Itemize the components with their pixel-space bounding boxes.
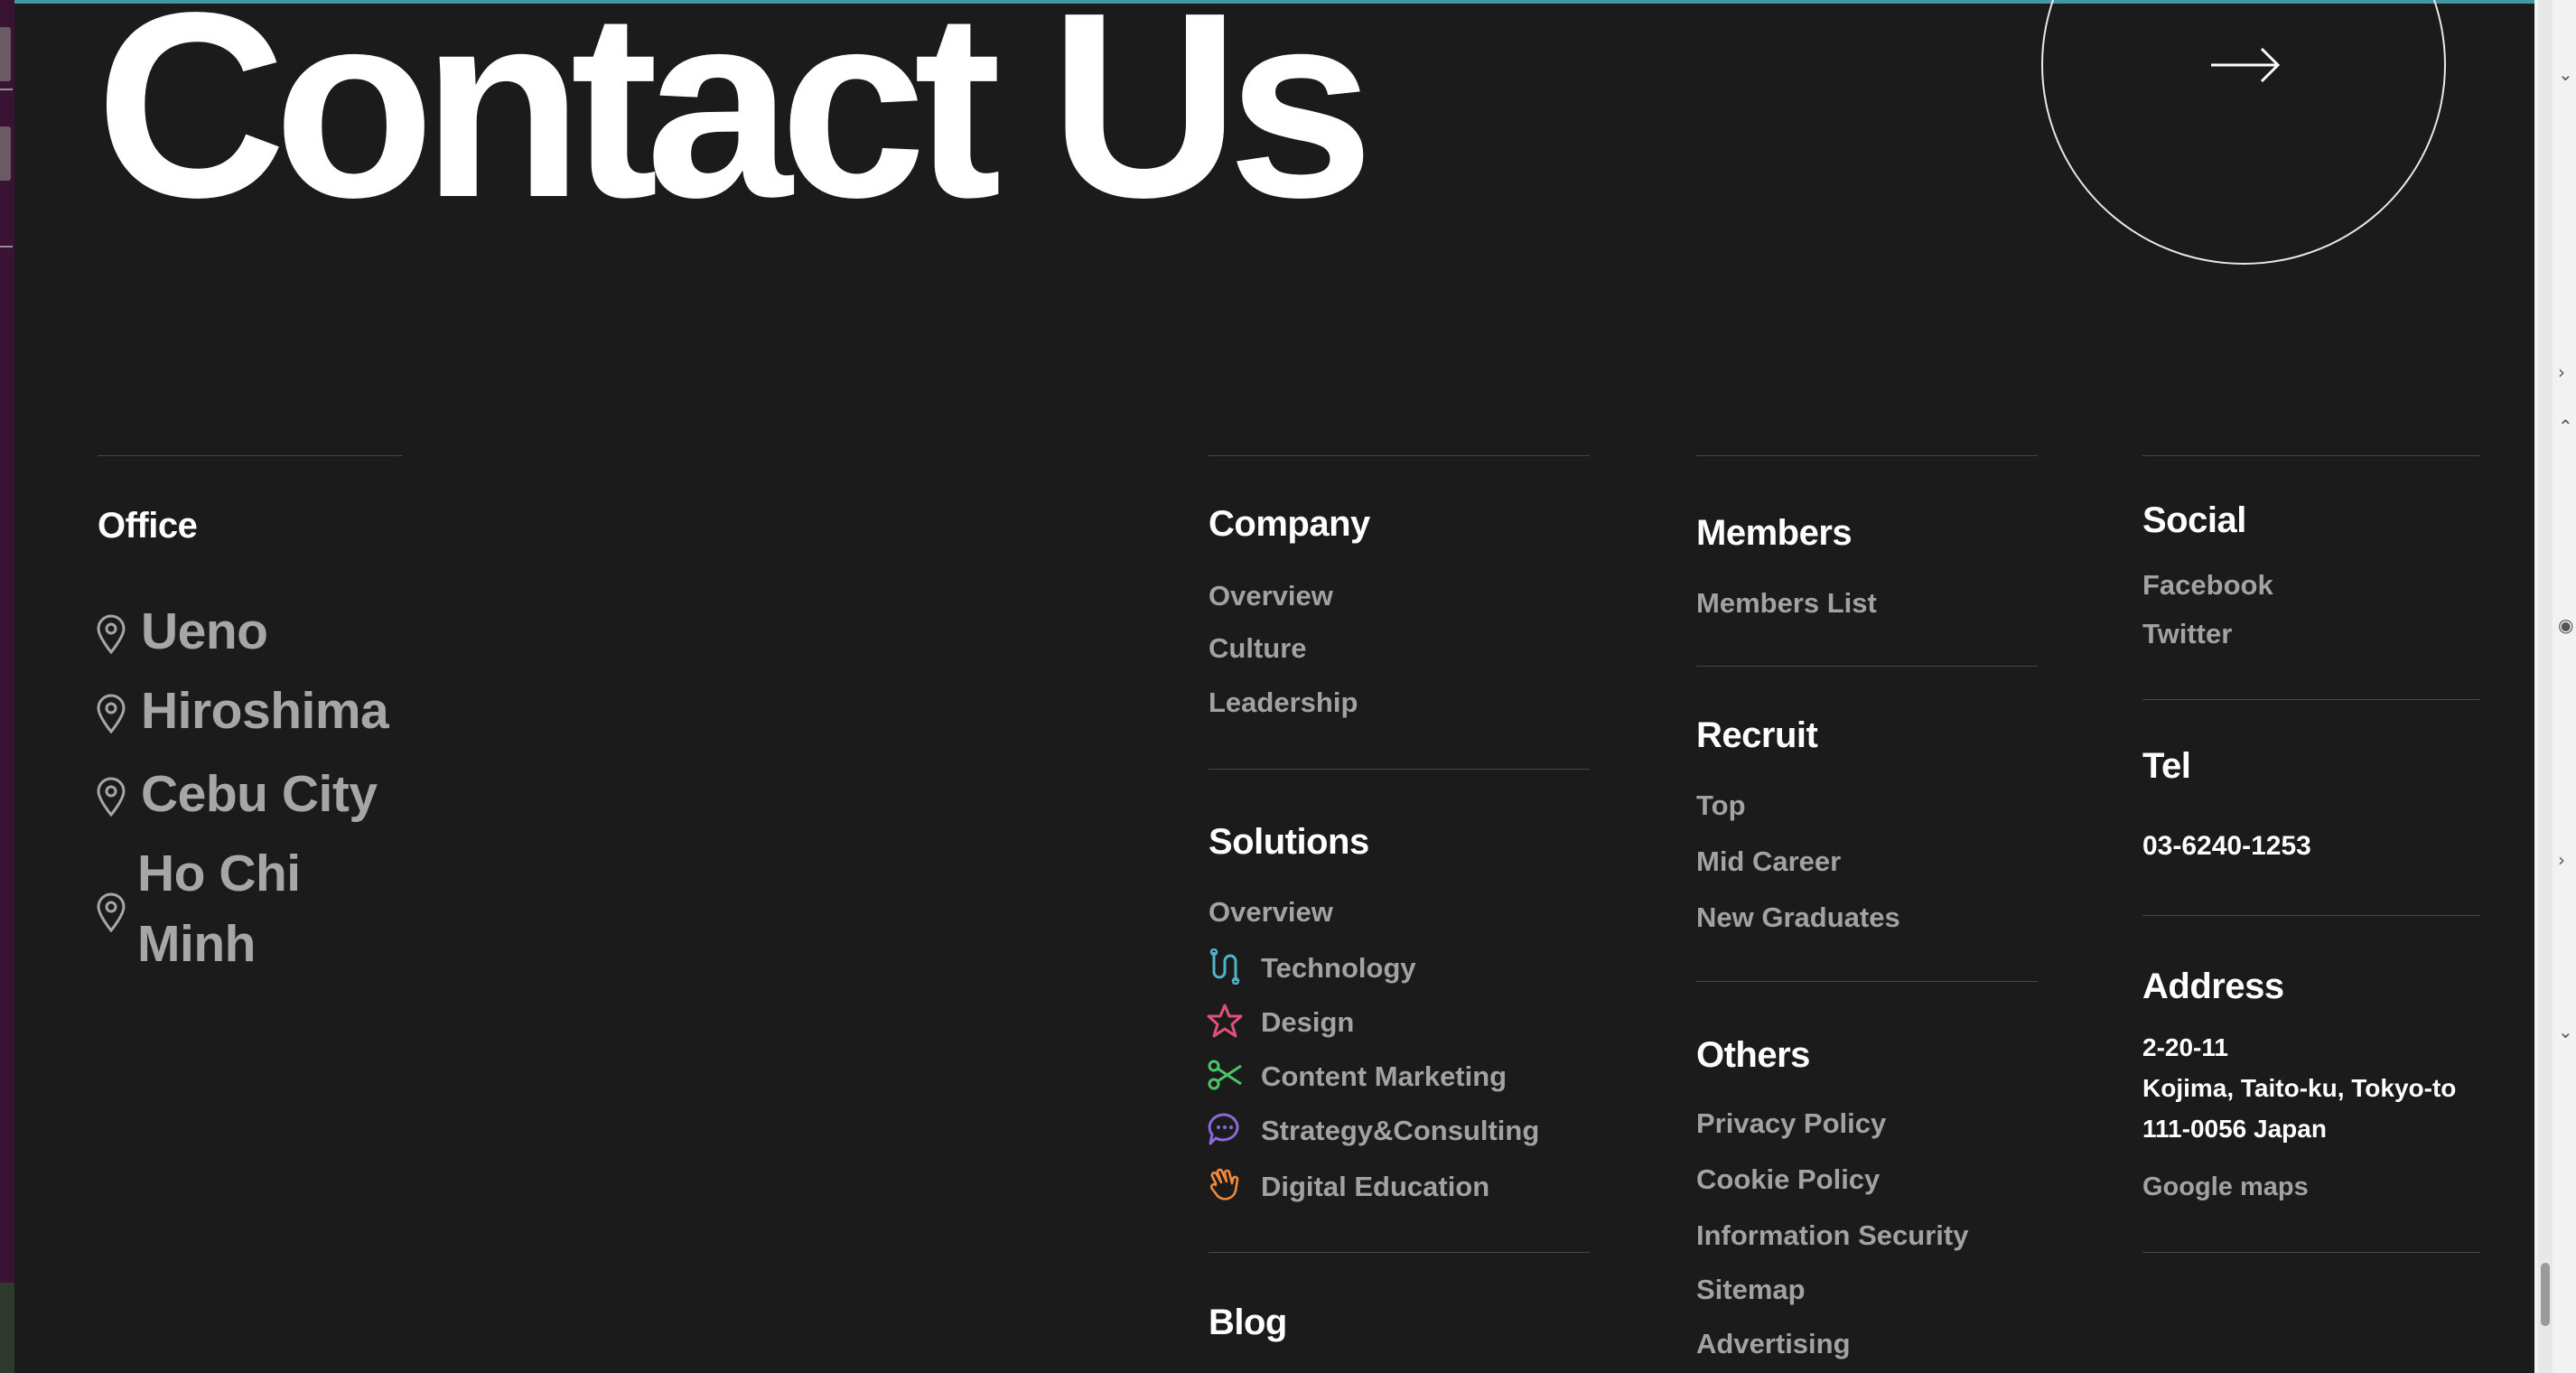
address-line-2: Kojima, Taito-ku, Tokyo-to bbox=[2142, 1074, 2457, 1102]
tel-heading: Tel bbox=[2142, 746, 2191, 786]
company-divider bbox=[1209, 455, 1590, 456]
company-link-leadership[interactable]: Leadership bbox=[1209, 686, 1358, 719]
map-pin-icon bbox=[97, 777, 126, 817]
arrow-right-icon bbox=[2211, 47, 2281, 83]
left-edge-divider bbox=[0, 246, 13, 248]
left-window-edge bbox=[0, 0, 14, 1373]
map-pin-icon bbox=[97, 892, 126, 932]
chat-bubbles-icon bbox=[1208, 1113, 1239, 1145]
chevron-right-icon[interactable]: › bbox=[2558, 361, 2565, 383]
office-heading: Office bbox=[98, 506, 198, 546]
recruit-divider bbox=[1696, 666, 2038, 667]
solutions-heading: Solutions bbox=[1209, 822, 1369, 862]
recruit-heading: Recruit bbox=[1696, 715, 1818, 755]
blog-heading[interactable]: Blog bbox=[1209, 1303, 1287, 1343]
left-edge-divider bbox=[0, 89, 13, 90]
company-heading: Company bbox=[1209, 504, 1370, 544]
solutions-link-strategy-consulting[interactable]: Strategy&Consulting bbox=[1261, 1115, 1539, 1147]
address-bottom-divider bbox=[2142, 1252, 2480, 1253]
solutions-link-overview[interactable]: Overview bbox=[1209, 896, 1333, 929]
chevron-right-icon[interactable]: › bbox=[2558, 849, 2565, 871]
solutions-divider bbox=[1209, 769, 1590, 770]
blog-divider bbox=[1209, 1252, 1590, 1253]
waving-hand-icon bbox=[1209, 1168, 1239, 1200]
left-edge-tab bbox=[0, 126, 11, 181]
members-link-members-list[interactable]: Members List bbox=[1696, 587, 1877, 620]
chevron-down-icon[interactable]: ⌄ bbox=[2558, 63, 2573, 85]
address-line-1: 2-20-11 bbox=[2142, 1033, 2228, 1061]
others-link-sitemap[interactable]: Sitemap bbox=[1696, 1274, 1806, 1306]
star-icon bbox=[1207, 1004, 1243, 1038]
solutions-link-digital-education[interactable]: Digital Education bbox=[1261, 1171, 1489, 1203]
social-heading: Social bbox=[2142, 500, 2246, 540]
left-edge-bottom bbox=[0, 1283, 14, 1373]
company-link-overview[interactable]: Overview bbox=[1209, 580, 1333, 612]
left-edge-tab bbox=[0, 27, 11, 81]
recruit-link-mid-career[interactable]: Mid Career bbox=[1696, 845, 1841, 878]
others-link-privacy-policy[interactable]: Privacy Policy bbox=[1696, 1107, 1886, 1140]
others-heading: Others bbox=[1696, 1035, 1810, 1075]
members-heading: Members bbox=[1696, 513, 1853, 553]
scrollbar-track[interactable] bbox=[2538, 0, 2553, 1373]
contact-arrow-button[interactable] bbox=[2041, 0, 2446, 265]
address-heading: Address bbox=[2142, 967, 2284, 1006]
others-divider bbox=[1696, 981, 2038, 982]
others-link-advertising[interactable]: Advertising bbox=[1696, 1328, 1851, 1360]
office-divider bbox=[98, 455, 403, 456]
scrollbar-thumb[interactable] bbox=[2541, 1263, 2550, 1326]
map-pin-icon bbox=[97, 694, 126, 733]
map-pin-icon bbox=[97, 614, 126, 654]
social-divider bbox=[2142, 455, 2480, 456]
chevron-up-icon[interactable]: ⌃ bbox=[2558, 416, 2573, 437]
social-link-twitter[interactable]: Twitter bbox=[2142, 618, 2232, 650]
office-location-ho-chi-minh-line2[interactable]: Minh bbox=[137, 914, 256, 974]
scissors-icon bbox=[1208, 1060, 1242, 1090]
recruit-link-new-graduates[interactable]: New Graduates bbox=[1696, 901, 1900, 934]
tel-divider bbox=[2142, 699, 2480, 700]
office-location-hiroshima[interactable]: Hiroshima bbox=[141, 681, 389, 741]
address-divider bbox=[2142, 915, 2480, 916]
address-line-3: 111-0056 Japan bbox=[2142, 1115, 2327, 1143]
tel-number[interactable]: 03-6240-1253 bbox=[2142, 831, 2311, 862]
others-link-information-security[interactable]: Information Security bbox=[1696, 1219, 1968, 1252]
office-location-ho-chi-minh-line1[interactable]: Ho Chi bbox=[137, 844, 301, 903]
members-divider bbox=[1696, 455, 2038, 456]
circle-icon[interactable]: ◉ bbox=[2558, 614, 2573, 636]
recruit-link-top[interactable]: Top bbox=[1696, 789, 1746, 822]
google-maps-link[interactable]: Google maps bbox=[2142, 1172, 2309, 1202]
solutions-link-design[interactable]: Design bbox=[1261, 1006, 1354, 1039]
chevron-down-icon[interactable]: ⌄ bbox=[2558, 1021, 2573, 1042]
office-location-cebu-city[interactable]: Cebu City bbox=[141, 764, 378, 824]
technology-icon bbox=[1209, 948, 1240, 985]
office-location-ueno[interactable]: Ueno bbox=[141, 602, 268, 661]
page-title: Contact Us bbox=[96, 0, 1374, 252]
solutions-link-content-marketing[interactable]: Content Marketing bbox=[1261, 1060, 1507, 1093]
company-link-culture[interactable]: Culture bbox=[1209, 632, 1307, 665]
solutions-link-technology[interactable]: Technology bbox=[1261, 952, 1416, 985]
others-link-cookie-policy[interactable]: Cookie Policy bbox=[1696, 1163, 1880, 1196]
social-link-facebook[interactable]: Facebook bbox=[2142, 569, 2273, 602]
